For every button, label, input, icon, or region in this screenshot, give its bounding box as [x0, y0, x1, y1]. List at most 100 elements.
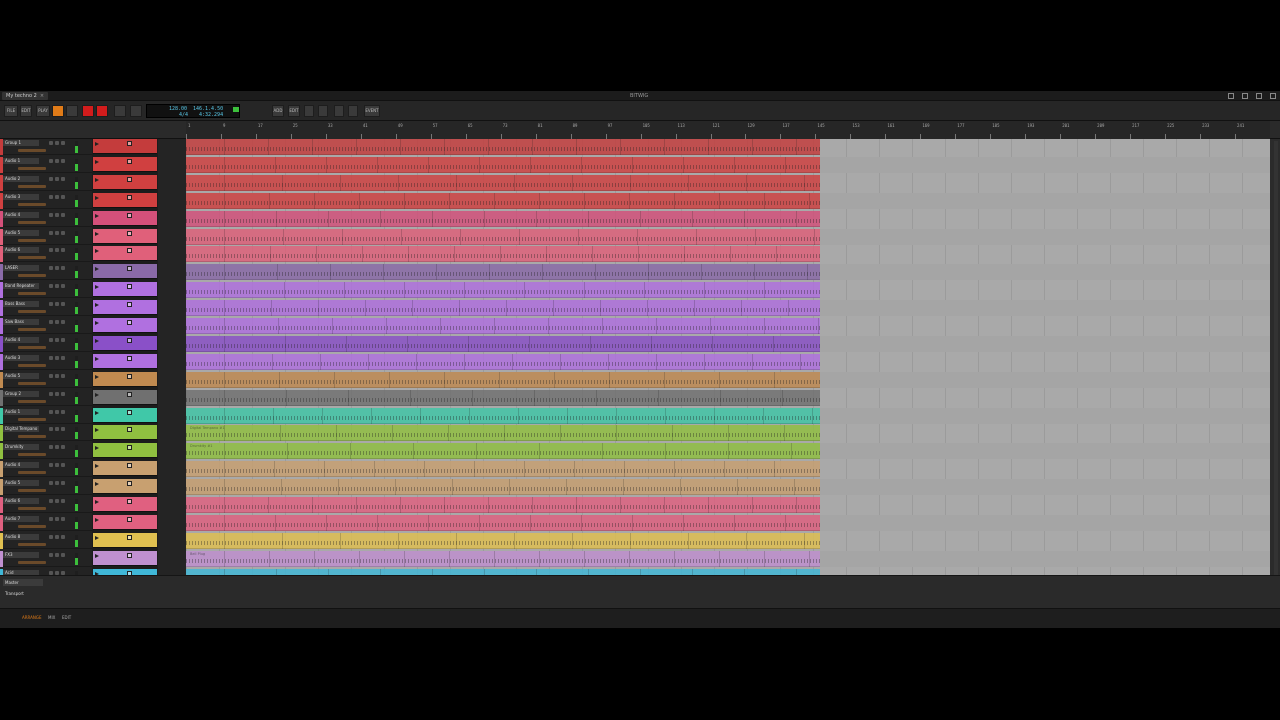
play-clip-icon[interactable] [95, 285, 99, 290]
arm-record-button[interactable] [96, 105, 108, 117]
clip-slot[interactable] [93, 318, 157, 333]
arranger-lane[interactable]: Bell Plug [186, 550, 1270, 567]
record-slot-icon[interactable] [127, 194, 132, 200]
arm-button[interactable] [61, 194, 65, 199]
arm-button[interactable] [61, 141, 65, 145]
arranger-timeline[interactable]: Digital Tempano #1 Drumkity #1 Bell Plug [186, 139, 1270, 605]
arm-button[interactable] [61, 427, 65, 432]
arranger-clip[interactable] [186, 371, 820, 388]
mix-view-tab[interactable]: MIX [48, 615, 55, 620]
metronome-button[interactable] [130, 105, 142, 117]
arranger-lane[interactable] [186, 353, 1270, 370]
arranger-clip[interactable] [186, 210, 820, 227]
volume-fader[interactable] [18, 256, 46, 260]
arranger-clip[interactable] [186, 264, 820, 281]
edit-tool-button[interactable]: EDIT [288, 105, 300, 117]
play-clip-icon[interactable] [95, 159, 99, 164]
solo-button[interactable] [55, 176, 59, 181]
track-name[interactable]: Band Repeater [3, 283, 39, 290]
mute-button[interactable] [49, 534, 53, 539]
record-slot-icon[interactable] [127, 230, 132, 236]
track-name[interactable]: Audio 5 [3, 372, 39, 379]
track-header[interactable]: Audio 4 [0, 335, 92, 352]
arranger-clip[interactable] [186, 461, 820, 478]
track-name[interactable]: FX3 [3, 551, 39, 558]
arranger-clip[interactable] [186, 407, 820, 424]
arranger-clip[interactable] [186, 300, 820, 317]
volume-fader[interactable] [18, 453, 46, 457]
track-header[interactable]: Audio 1 [0, 407, 92, 424]
track-header[interactable]: Drumkity [0, 443, 92, 460]
play-clip-icon[interactable] [95, 553, 99, 558]
track-header[interactable]: Digital Tempano [0, 425, 92, 442]
close-tab-icon[interactable]: × [40, 93, 44, 99]
arranger-lane[interactable] [186, 228, 1270, 245]
arm-button[interactable] [61, 266, 65, 271]
record-slot-icon[interactable] [127, 302, 132, 308]
track-header[interactable]: Saw Bass [0, 318, 92, 334]
transport-track-name[interactable]: Transport [3, 590, 63, 597]
arm-button[interactable] [61, 284, 65, 289]
arranger-clip[interactable] [186, 192, 820, 209]
arm-button[interactable] [61, 248, 65, 253]
clip-slot[interactable] [93, 264, 157, 280]
volume-fader[interactable] [18, 542, 46, 546]
track-name[interactable]: Digital Tempano [3, 426, 39, 433]
arm-button[interactable] [61, 212, 65, 217]
record-slot-icon[interactable] [127, 534, 132, 540]
arm-button[interactable] [61, 230, 65, 235]
volume-fader[interactable] [18, 489, 46, 493]
solo-button[interactable] [55, 552, 59, 557]
project-tab[interactable]: My techno 2 × [2, 92, 49, 100]
clip-slot[interactable] [93, 425, 157, 441]
arranger-clip[interactable] [186, 246, 820, 263]
clip-slot[interactable] [93, 443, 157, 459]
track-header[interactable]: Audio 2 [0, 174, 92, 191]
track-header[interactable]: Audio 3 [0, 192, 92, 209]
record-button[interactable] [82, 105, 94, 117]
mute-button[interactable] [49, 391, 53, 396]
clip-slot[interactable] [93, 371, 157, 387]
volume-fader[interactable] [18, 435, 46, 439]
volume-fader[interactable] [18, 345, 46, 349]
play-clip-icon[interactable] [95, 517, 99, 522]
track-header[interactable]: LASER [0, 264, 92, 281]
vertical-scrollbar[interactable] [1274, 141, 1278, 581]
track-header[interactable]: Audio 8 [0, 532, 92, 549]
play-clip-icon[interactable] [95, 356, 99, 361]
arm-button[interactable] [61, 355, 65, 360]
solo-button[interactable] [55, 516, 59, 521]
volume-fader[interactable] [18, 524, 46, 528]
mute-button[interactable] [49, 570, 53, 575]
play-clip-icon[interactable] [95, 464, 99, 469]
arranger-lane[interactable] [186, 210, 1270, 227]
volume-fader[interactable] [18, 560, 46, 564]
stop-button[interactable] [66, 105, 78, 117]
arranger-clip[interactable] [186, 389, 820, 406]
solo-button[interactable] [55, 445, 59, 450]
arm-button[interactable] [61, 373, 65, 378]
arm-button[interactable] [61, 463, 65, 468]
mute-button[interactable] [49, 230, 53, 235]
play-menu-button[interactable]: PLAY [36, 105, 50, 117]
play-clip-icon[interactable] [95, 177, 99, 182]
play-button[interactable] [52, 105, 64, 117]
settings-icon[interactable] [348, 105, 358, 117]
dashboard-icon[interactable] [1228, 93, 1234, 99]
maximize-icon[interactable] [1256, 93, 1262, 99]
mute-button[interactable] [49, 194, 53, 199]
solo-button[interactable] [55, 481, 59, 486]
mute-button[interactable] [49, 302, 53, 307]
arm-button[interactable] [61, 320, 65, 324]
volume-fader[interactable] [18, 507, 46, 510]
track-header[interactable]: Band Repeater [0, 282, 92, 299]
solo-button[interactable] [55, 248, 59, 253]
track-name[interactable]: Audio 2 [3, 175, 39, 182]
loop-button[interactable] [114, 105, 126, 117]
clip-slot[interactable] [93, 389, 157, 405]
arranger-clip[interactable] [186, 532, 820, 549]
mute-button[interactable] [49, 176, 53, 181]
record-slot-icon[interactable] [127, 141, 132, 146]
track-name[interactable]: Audio 6 [3, 498, 39, 504]
close-window-icon[interactable] [1270, 93, 1276, 99]
